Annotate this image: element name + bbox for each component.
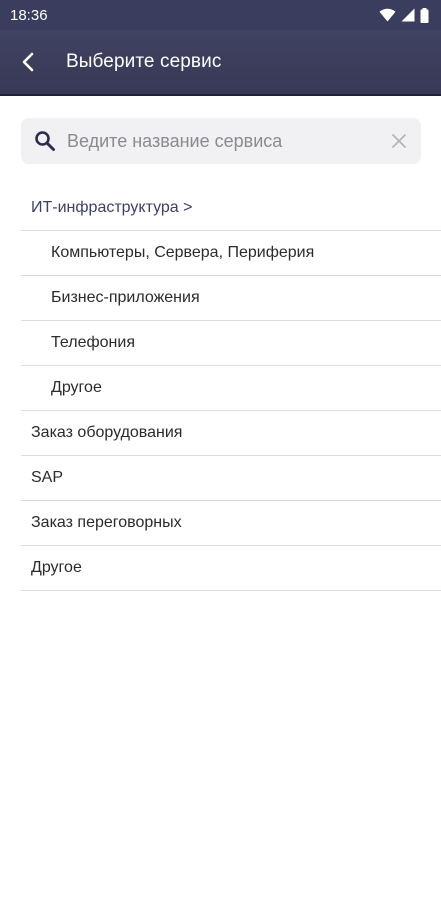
list-item-label: Телефония [51, 334, 135, 351]
list-item-label: Другое [31, 559, 82, 576]
back-button[interactable] [0, 29, 56, 95]
list-item-other[interactable]: Другое [21, 546, 441, 591]
list-item-label: Заказ переговорных [31, 514, 182, 531]
list-item-label: Компьютеры, Сервера, Периферия [51, 244, 315, 261]
list-item-computers[interactable]: Компьютеры, Сервера, Периферия [21, 231, 441, 276]
status-time: 18:36 [10, 6, 48, 24]
signal-icon [401, 8, 415, 22]
service-list: ИТ-инфраструктура > Компьютеры, Сервера,… [21, 186, 441, 591]
list-item-label: Бизнес-приложения [51, 289, 200, 306]
list-item-business-apps[interactable]: Бизнес-приложения [21, 276, 441, 321]
clear-icon[interactable] [377, 133, 421, 149]
wifi-icon [379, 8, 396, 22]
search-icon [25, 130, 65, 152]
status-icons [379, 7, 429, 23]
category-it-infrastructure[interactable]: ИТ-инфраструктура > [21, 186, 441, 231]
list-item-telephony[interactable]: Телефония [21, 321, 441, 366]
list-item-sap[interactable]: SAP [21, 456, 441, 501]
battery-icon [420, 7, 429, 23]
page-title: Выберите сервис [66, 51, 222, 72]
list-item-label: SAP [31, 469, 64, 486]
list-item-label: Заказ оборудования [31, 424, 183, 441]
status-bar: 18:36 [0, 0, 441, 30]
list-item-equipment-order[interactable]: Заказ оборудования [21, 411, 441, 456]
list-item-label: Другое [51, 379, 102, 396]
search-bar[interactable] [21, 118, 421, 164]
app-bar: Выберите сервис [0, 30, 441, 96]
list-item-other-it[interactable]: Другое [21, 366, 441, 411]
search-input[interactable] [65, 130, 377, 152]
list-item-meeting-rooms[interactable]: Заказ переговорных [21, 501, 441, 546]
back-arrow-icon [22, 52, 34, 72]
category-label: ИТ-инфраструктура > [31, 199, 193, 216]
